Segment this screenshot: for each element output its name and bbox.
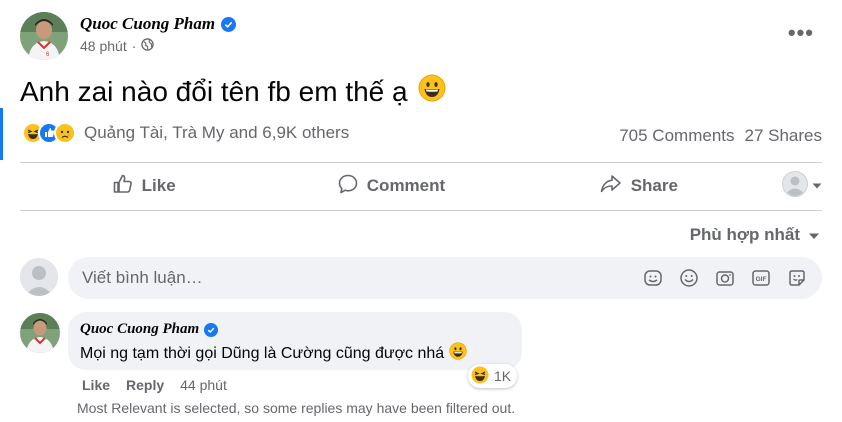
comments-count[interactable]: 705 Comments xyxy=(619,126,734,146)
comment-like-button[interactable]: Like xyxy=(82,377,110,393)
comment-bubble: Quoc Cuong Pham Mọi ng tạm thời gọi Dũng… xyxy=(68,312,522,370)
engagement-counts: 705 Comments 27 Shares xyxy=(619,126,822,146)
avatar-sticker-icon[interactable] xyxy=(642,267,664,289)
comment-text: Mọi ng tạm thời gọi Dũng là Cường cũng đ… xyxy=(80,344,445,362)
comment-reply-button[interactable]: Reply xyxy=(126,377,164,393)
post-text: Anh zai nào đổi tên fb em thế ạ xyxy=(20,75,408,107)
reaction-icons xyxy=(22,122,76,144)
sad-reaction-icon xyxy=(54,122,76,144)
comment-actions: Like Reply 44 phút xyxy=(82,377,227,393)
verified-badge-icon xyxy=(221,16,237,32)
comment-time[interactable]: 44 phút xyxy=(180,377,227,393)
user-avatar-icon xyxy=(781,170,808,202)
dot-separator: · xyxy=(131,38,137,54)
haha-reaction-icon xyxy=(471,366,489,387)
audience-selector[interactable] xyxy=(762,170,822,202)
camera-icon[interactable] xyxy=(714,267,736,289)
post-time[interactable]: 48 phút xyxy=(80,38,127,54)
grinning-emoji-icon xyxy=(449,342,467,365)
left-accent-bar xyxy=(0,108,3,160)
chevron-down-icon xyxy=(812,177,822,195)
verified-badge-icon xyxy=(204,322,219,337)
composer-tools: GIF xyxy=(642,267,808,289)
post-meta: 48 phút · xyxy=(80,38,155,54)
emoji-icon[interactable] xyxy=(678,267,700,289)
sticker-icon[interactable] xyxy=(786,267,808,289)
comment-author[interactable]: Quoc Cuong Pham xyxy=(80,321,510,338)
caret-down-icon xyxy=(808,225,820,245)
comment-body: Mọi ng tạm thời gọi Dũng là Cường cũng đ… xyxy=(80,342,510,365)
post-author[interactable]: Quoc Cuong Pham xyxy=(80,14,237,34)
divider xyxy=(20,210,822,211)
share-arrow-icon xyxy=(599,173,623,200)
like-label[interactable]: Like xyxy=(142,176,176,196)
commenter-avatar[interactable] xyxy=(20,313,60,353)
comment-author-name[interactable]: Quoc Cuong Pham xyxy=(80,321,199,338)
more-options-icon[interactable]: ••• xyxy=(788,20,814,46)
post-body: Anh zai nào đổi tên fb em thế ạ xyxy=(20,74,446,109)
thumbs-up-icon xyxy=(112,173,134,200)
comment-label[interactable]: Comment xyxy=(367,176,445,196)
grinning-emoji-icon xyxy=(418,74,446,109)
comment-reaction-number: 1K xyxy=(494,368,512,384)
comment-sort-dropdown[interactable]: Phù hợp nhất xyxy=(690,225,820,245)
comment-reaction-count[interactable]: 1K xyxy=(468,364,518,388)
current-user-avatar[interactable] xyxy=(20,258,58,296)
comment-button[interactable]: Comment xyxy=(267,173,514,200)
share-label[interactable]: Share xyxy=(631,176,678,196)
gif-icon[interactable]: GIF xyxy=(750,267,772,289)
reaction-names[interactable]: Quảng Tài, Trà My and 6,9K others xyxy=(84,123,349,143)
post-action-bar: Like Comment Share xyxy=(20,163,822,209)
filter-note: Most Relevant is selected, so some repli… xyxy=(77,400,516,416)
comment-bubble-icon xyxy=(337,173,359,200)
like-button[interactable]: Like xyxy=(20,173,267,200)
sort-label[interactable]: Phù hợp nhất xyxy=(690,225,800,245)
comment-composer[interactable]: Viết bình luận… GIF xyxy=(68,257,822,299)
svg-text:GIF: GIF xyxy=(756,276,767,283)
comment-input-placeholder[interactable]: Viết bình luận… xyxy=(82,268,642,288)
share-button[interactable]: Share xyxy=(515,173,762,200)
author-avatar[interactable]: 6 xyxy=(20,12,68,60)
public-globe-icon xyxy=(141,38,155,54)
post-author-name[interactable]: Quoc Cuong Pham xyxy=(80,14,215,34)
reaction-summary[interactable]: Quảng Tài, Trà My and 6,9K others xyxy=(22,122,349,144)
shares-count[interactable]: 27 Shares xyxy=(745,126,823,146)
